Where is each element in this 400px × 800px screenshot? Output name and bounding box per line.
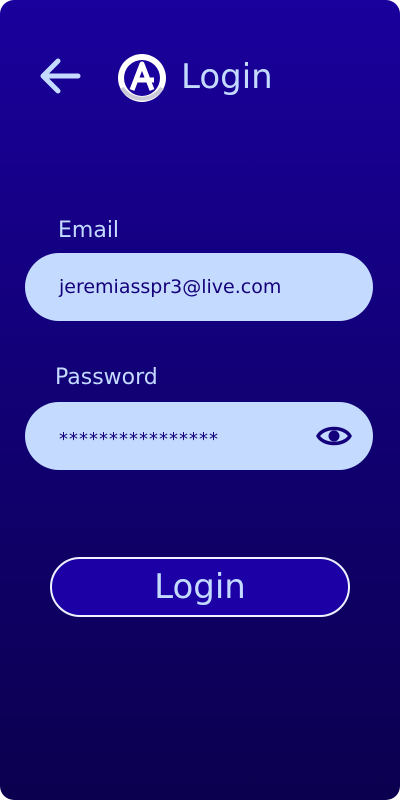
email-label: Email xyxy=(58,218,120,243)
logo-mark-icon xyxy=(118,54,166,102)
email-field-value: jeremiasspr3@live.com xyxy=(59,276,282,298)
password-field-value: **************** xyxy=(59,428,219,450)
login-screen: Login Email jeremiasspr3@live.com Passwo… xyxy=(0,0,400,800)
password-label: Password xyxy=(55,365,158,390)
password-visibility-toggle[interactable] xyxy=(315,419,353,453)
arrow-left-icon xyxy=(40,58,81,94)
login-button[interactable]: Login xyxy=(50,557,350,617)
page-title: Login xyxy=(181,57,273,97)
eye-icon xyxy=(316,426,352,446)
login-button-label: Login xyxy=(154,567,246,607)
password-field[interactable]: **************** xyxy=(25,402,373,470)
back-button[interactable] xyxy=(36,52,84,100)
email-field[interactable]: jeremiasspr3@live.com xyxy=(25,253,373,321)
